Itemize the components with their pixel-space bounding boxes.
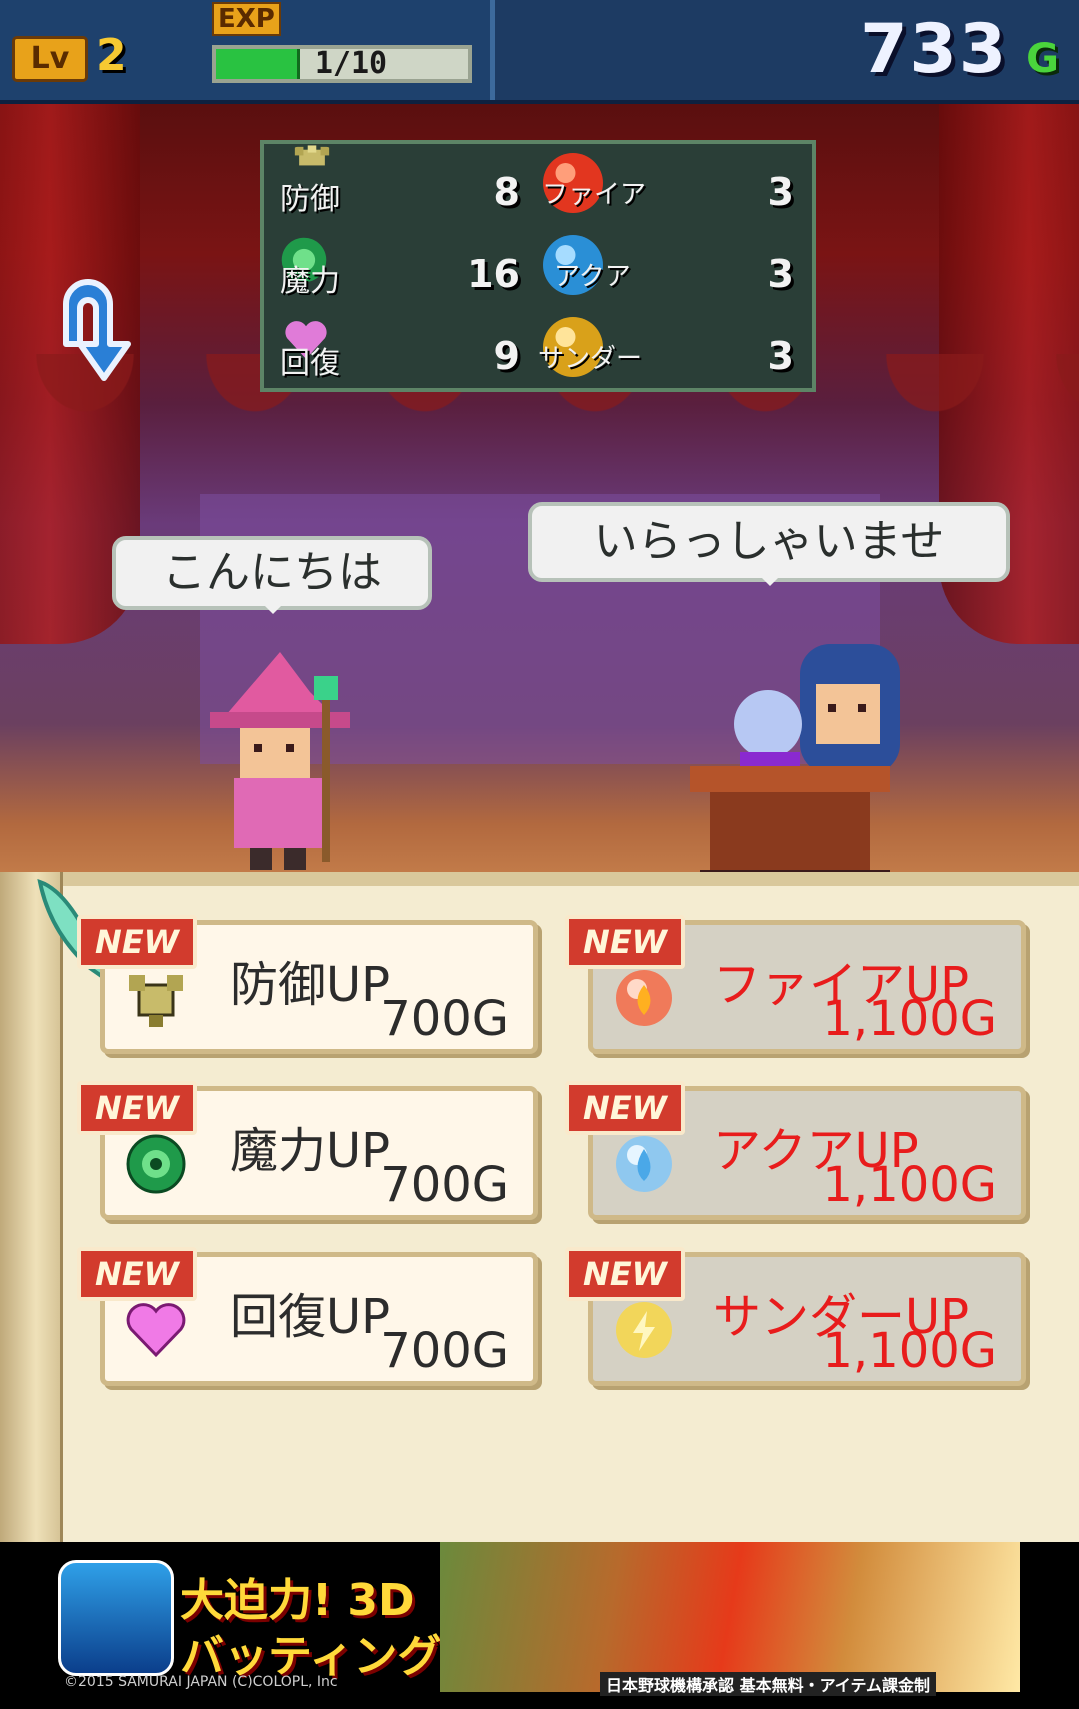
stat-magic: 魔力 16 bbox=[264, 230, 534, 310]
item-name: 回復UP bbox=[230, 1289, 391, 1345]
gold-amount: 733 bbox=[860, 10, 1009, 89]
new-badge: NEW bbox=[565, 915, 685, 969]
stat-recovery: 回復 9 bbox=[264, 312, 534, 392]
stat-value: 3 bbox=[767, 252, 794, 296]
stat-value: 8 bbox=[493, 170, 520, 214]
stat-value: 3 bbox=[767, 334, 794, 378]
stat-fire: ファイア 3 bbox=[538, 148, 808, 228]
new-badge: NEW bbox=[77, 915, 197, 969]
magic-emblem-icon bbox=[126, 1134, 186, 1194]
shop-item-recovery-up[interactable]: NEW 回復UP 700G bbox=[77, 1247, 538, 1386]
new-badge: NEW bbox=[77, 1247, 197, 1301]
stat-label: 回復 bbox=[280, 346, 340, 381]
item-name: 防御UP bbox=[230, 957, 391, 1013]
ad-copyright: ©2015 SAMURAI JAPAN (C)COLOPL, Inc bbox=[64, 1674, 338, 1690]
stat-thunder: サンダー 3 bbox=[538, 312, 808, 392]
heart-icon bbox=[126, 1303, 186, 1358]
stat-defense: 防御 8 bbox=[264, 145, 534, 228]
back-arrow-icon[interactable] bbox=[44, 274, 134, 384]
stat-label: ファイア bbox=[542, 180, 647, 210]
item-price: 700G bbox=[380, 1157, 509, 1213]
ad-tagline: 日本野球機構承認 基本無料・アイテム課金制 bbox=[600, 1672, 936, 1696]
item-price: 1,100G bbox=[822, 991, 997, 1047]
gold-unit: G bbox=[1026, 36, 1059, 82]
stat-label: 防御 bbox=[280, 182, 340, 217]
item-name: 魔力UP bbox=[230, 1123, 391, 1179]
stats-board: 防御 8 魔力 16 回復 9 ファイア 3 アクア 3 サンダー 3 bbox=[260, 140, 816, 392]
fortune-teller-character bbox=[690, 644, 900, 880]
shop-scroll-panel: NEW 防御UP 700G NEW ファイアUP 1,100G NEW 魔力UP… bbox=[0, 872, 1079, 1542]
new-badge: NEW bbox=[565, 1081, 685, 1135]
stat-label: サンダー bbox=[538, 344, 643, 374]
stat-label: 魔力 bbox=[280, 264, 340, 299]
defense-emblem-icon bbox=[129, 975, 183, 1027]
fire-orb-icon bbox=[616, 970, 672, 1026]
gold-counter: 733 G bbox=[860, 10, 1059, 89]
ad-headline: 大迫力! 3D bbox=[180, 1575, 415, 1626]
level-badge: Lv bbox=[12, 36, 88, 82]
exp-label: EXP bbox=[212, 2, 281, 36]
seller-speech-bubble: いらっしゃいませ bbox=[528, 502, 1010, 586]
thunder-orb-icon bbox=[616, 1302, 672, 1358]
ad-game-logo bbox=[58, 1560, 174, 1676]
new-badge: NEW bbox=[77, 1081, 197, 1135]
stat-value: 16 bbox=[467, 252, 520, 296]
exp-bar: 1/10 bbox=[212, 45, 472, 83]
shop-stage: 防御 8 魔力 16 回復 9 ファイア 3 アクア 3 サンダー 3 こんにち… bbox=[0, 104, 1079, 884]
ad-artwork bbox=[440, 1542, 1020, 1692]
new-badge: NEW bbox=[565, 1247, 685, 1301]
top-hud: Lv 2 EXP 1/10 733 G bbox=[0, 0, 1079, 104]
shop-item-aqua-up[interactable]: NEW アクアUP 1,100G bbox=[565, 1081, 1026, 1220]
customer-speech-bubble: こんにちは bbox=[112, 536, 432, 614]
stat-label: アクア bbox=[554, 262, 631, 292]
stat-value: 3 bbox=[767, 170, 794, 214]
shop-item-fire-up[interactable]: NEW ファイアUP 1,100G bbox=[565, 915, 1026, 1054]
item-price: 700G bbox=[380, 991, 509, 1047]
level-number: 2 bbox=[96, 30, 127, 81]
level-indicator: Lv 2 bbox=[12, 30, 142, 82]
scroll-top-edge bbox=[0, 872, 1079, 886]
shop-item-magic-up[interactable]: NEW 魔力UP 700G bbox=[77, 1081, 538, 1220]
aqua-orb-icon bbox=[616, 1136, 672, 1192]
ad-banner[interactable]: 大迫力! 3D バッティング!! ©2015 SAMURAI JAPAN (C)… bbox=[0, 1542, 1079, 1702]
stat-value: 9 bbox=[493, 334, 520, 378]
item-price: 1,100G bbox=[822, 1323, 997, 1379]
witch-character bbox=[210, 652, 350, 870]
shop-item-defense-up[interactable]: NEW 防御UP 700G bbox=[77, 915, 538, 1054]
shop-item-thunder-up[interactable]: NEW サンダーUP 1,100G bbox=[565, 1247, 1026, 1386]
exp-bar-fill bbox=[216, 49, 300, 79]
stat-aqua: アクア 3 bbox=[538, 230, 808, 310]
item-price: 700G bbox=[380, 1323, 509, 1379]
item-price: 1,100G bbox=[822, 1157, 997, 1213]
exp-value: 1/10 bbox=[314, 46, 388, 81]
